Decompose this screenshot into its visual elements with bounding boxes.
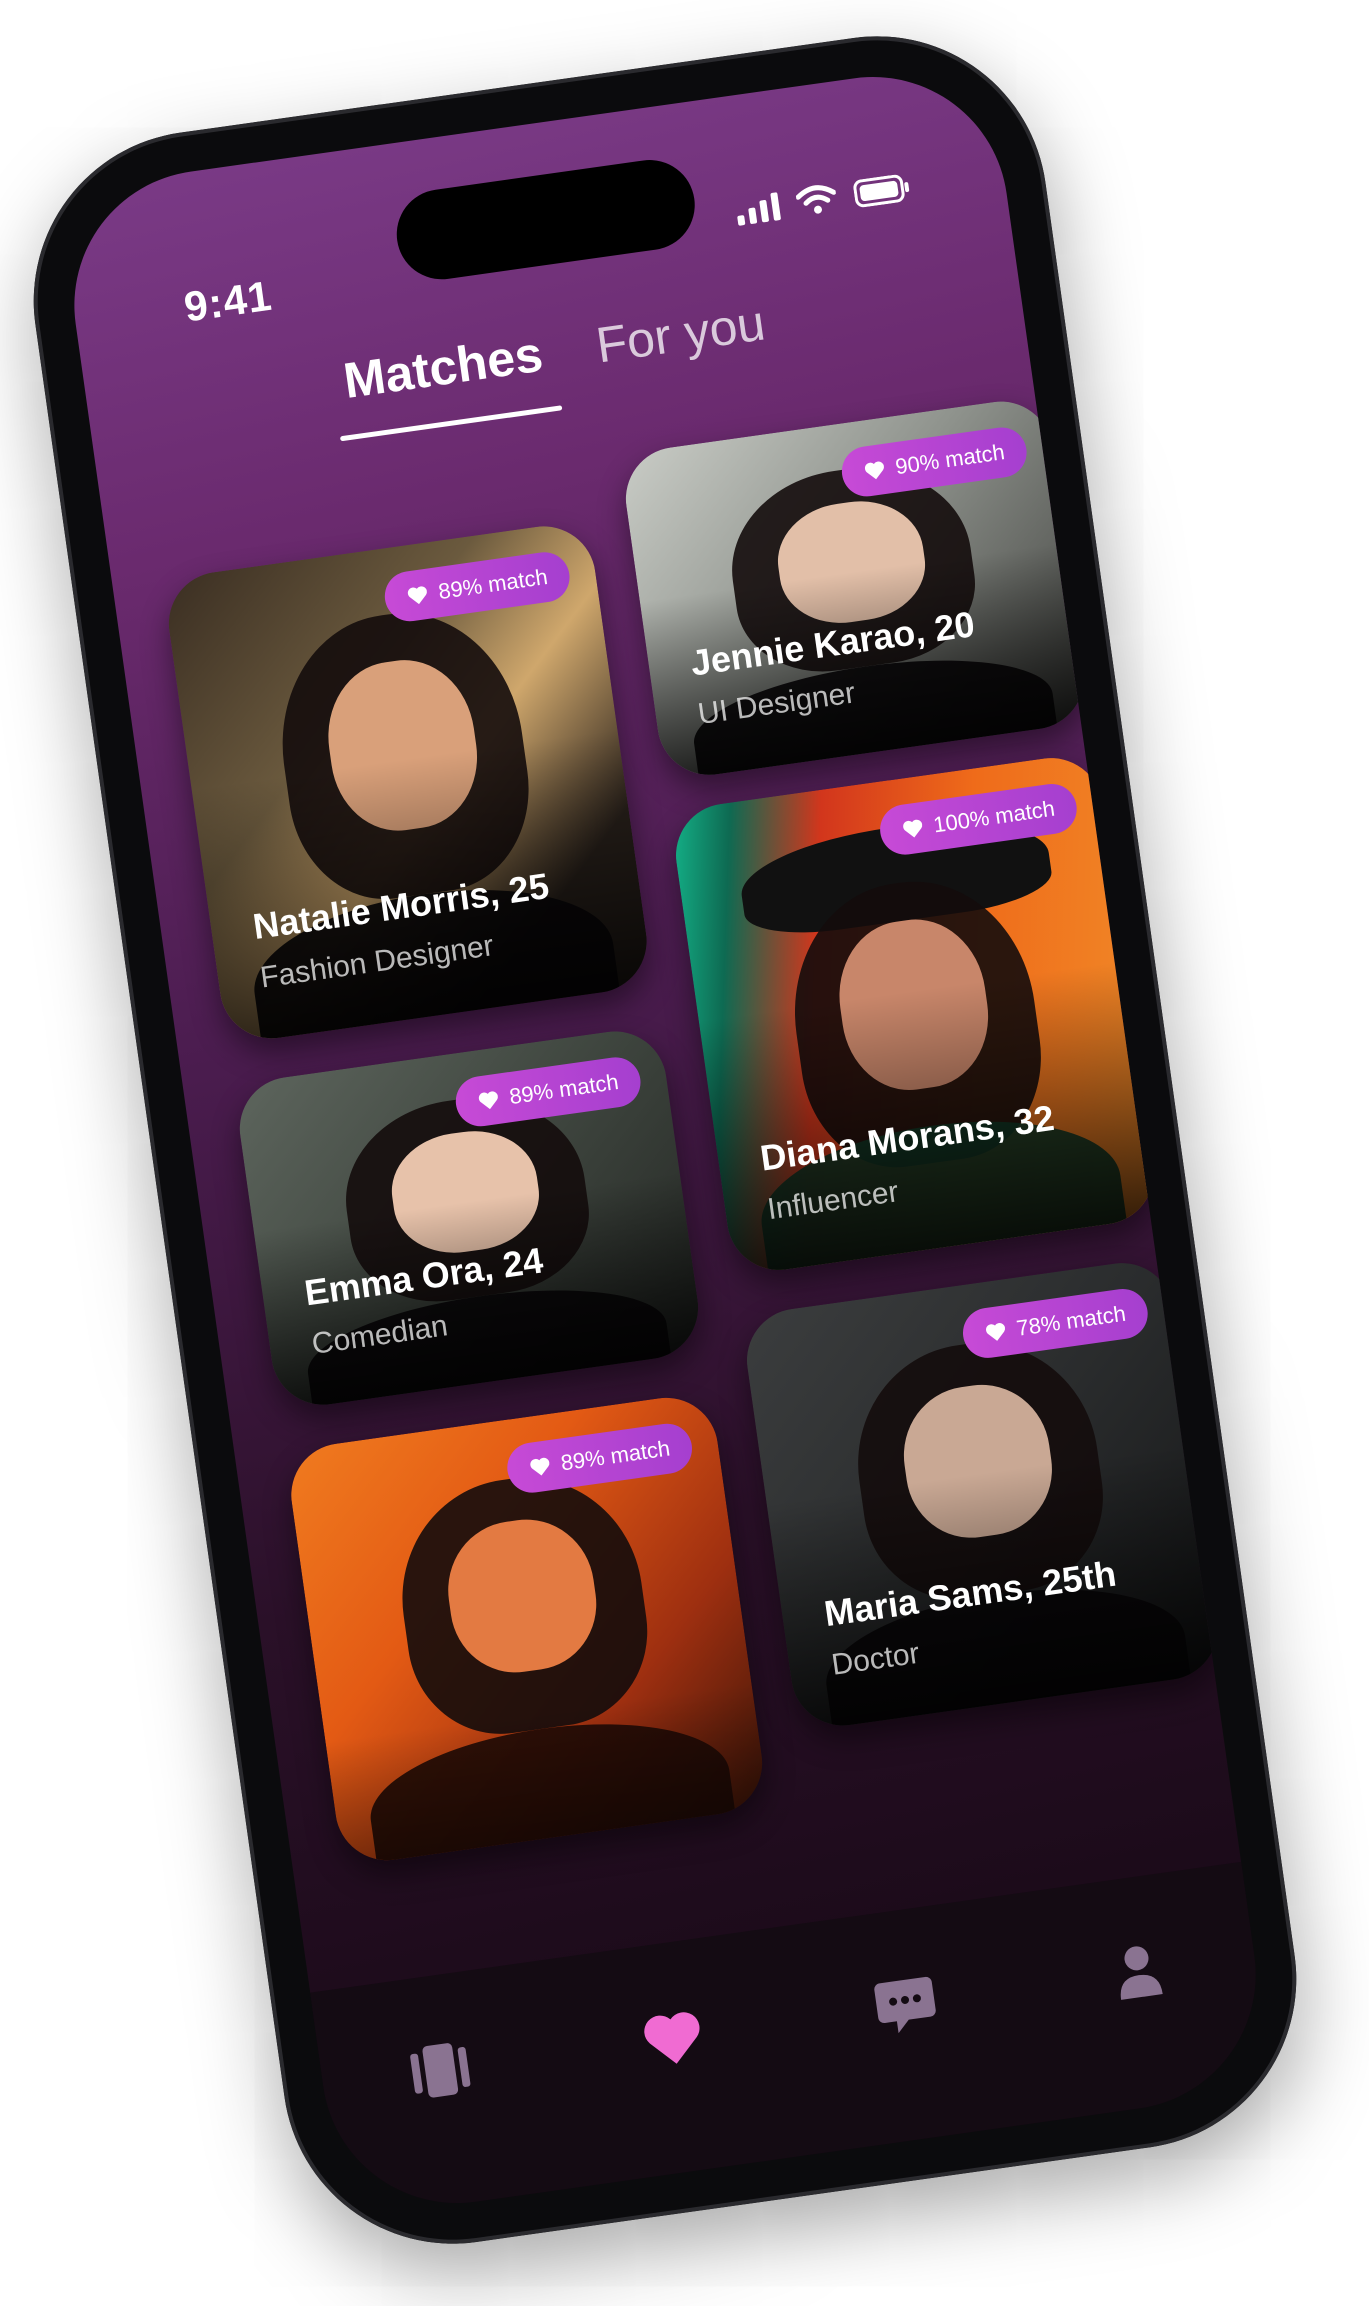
profile-card[interactable]: 78% match Maria Sams, 25th Doctor [740, 1256, 1225, 1733]
status-time: 9:41 [181, 271, 275, 331]
status-icons [734, 172, 911, 226]
profile-card[interactable]: 89% match Emma Ora, 24 Comedian [233, 1024, 705, 1412]
wifi-icon [795, 182, 839, 217]
profile-card[interactable]: 90% match Jennie Karao, 20 UI Designer [619, 394, 1091, 782]
profile-card[interactable]: 89% match [284, 1391, 769, 1867]
matches-grid: 89% match Natalie Morris, 25 Fashion Des… [154, 394, 1225, 2085]
phone-mockup: 9:41 Matches For you 89% match Natalie M… [11, 14, 1319, 2266]
heart-icon [984, 1320, 1009, 1343]
match-percentage: 89% match [559, 1435, 672, 1476]
chat-icon [870, 1972, 939, 2038]
tab-for-you[interactable]: For you [593, 293, 773, 404]
cards-icon [404, 2038, 475, 2102]
nav-cards[interactable] [389, 2020, 491, 2122]
match-percentage: 89% match [436, 564, 550, 605]
heart-icon [528, 1455, 553, 1478]
heart-icon [476, 1089, 501, 1112]
battery-icon [852, 173, 911, 209]
cellular-signal-icon [734, 190, 782, 226]
profile-card[interactable]: 89% match Natalie Morris, 25 Fashion Des… [162, 519, 654, 1045]
heart-icon [636, 2004, 709, 2071]
dynamic-island [390, 154, 701, 286]
heart-icon [405, 584, 430, 607]
nav-profile[interactable] [1087, 1921, 1189, 2023]
match-percentage: 89% match [507, 1069, 621, 1110]
profile-icon [1111, 1940, 1165, 2004]
match-percentage: 78% match [1014, 1300, 1128, 1341]
heart-icon [900, 817, 925, 840]
match-percentage: 100% match [931, 795, 1057, 838]
profile-card[interactable]: 100% match Diana Morans, 32 Influencer [669, 751, 1161, 1277]
match-percentage: 90% match [893, 439, 1007, 480]
tab-matches[interactable]: Matches [340, 325, 550, 440]
app-screen: 9:41 Matches For you 89% match Natalie M… [56, 59, 1274, 2221]
nav-matches[interactable] [622, 1987, 724, 2089]
nav-chat[interactable] [854, 1954, 956, 2056]
heart-icon [862, 459, 887, 482]
